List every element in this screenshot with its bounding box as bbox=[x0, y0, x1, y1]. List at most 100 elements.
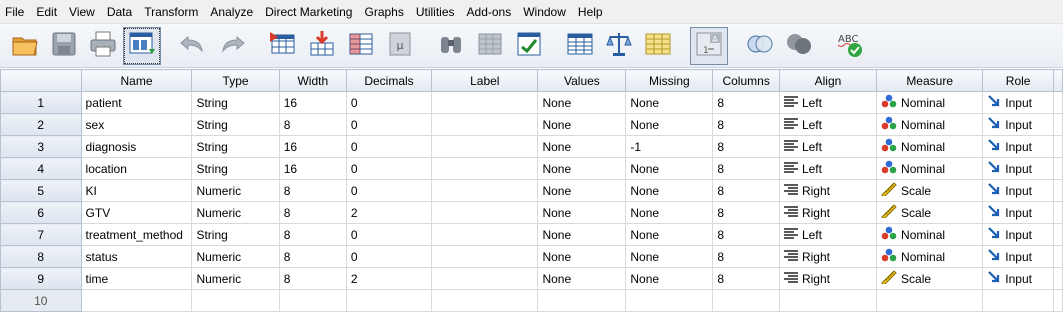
cell-values[interactable]: None bbox=[537, 245, 627, 268]
cell-columns[interactable]: 8 bbox=[712, 201, 780, 224]
cell-width[interactable]: 8 bbox=[278, 201, 347, 224]
cell-values[interactable]: None bbox=[537, 223, 627, 246]
find-button[interactable] bbox=[432, 27, 470, 65]
empty-cell[interactable] bbox=[1053, 289, 1063, 312]
run-descriptives-button[interactable]: μ bbox=[381, 27, 419, 65]
menu-utilities[interactable]: Utilities bbox=[413, 0, 464, 24]
cell-values[interactable]: None bbox=[537, 201, 627, 224]
cell-align[interactable]: Right bbox=[778, 179, 878, 202]
column-header-values[interactable]: Values bbox=[537, 69, 627, 92]
cell-measure[interactable]: Nominal bbox=[876, 135, 984, 158]
cell-type[interactable]: String bbox=[191, 113, 280, 136]
cell-name[interactable]: time bbox=[80, 267, 193, 290]
cell-columns[interactable]: 8 bbox=[712, 157, 780, 180]
cell-name[interactable]: diagnosis bbox=[80, 135, 193, 158]
cell-role[interactable]: Input bbox=[982, 157, 1054, 180]
goto-variable-button[interactable] bbox=[303, 27, 341, 65]
cell-role[interactable]: Input bbox=[982, 201, 1054, 224]
cell-align[interactable]: Left bbox=[778, 157, 878, 180]
split-file-button[interactable] bbox=[561, 27, 599, 65]
empty-cell[interactable] bbox=[345, 289, 433, 312]
cell-values[interactable]: None bbox=[537, 267, 627, 290]
cell-width[interactable]: 16 bbox=[278, 157, 347, 180]
menu-direct-marketing[interactable]: Direct Marketing bbox=[262, 0, 361, 24]
cell-values[interactable]: None bbox=[537, 179, 627, 202]
cell-values[interactable]: None bbox=[537, 135, 627, 158]
cell-label[interactable] bbox=[431, 135, 539, 158]
cell-name[interactable]: status bbox=[80, 245, 193, 268]
goto-case-button[interactable] bbox=[264, 27, 302, 65]
column-header-name[interactable]: Name bbox=[80, 69, 193, 92]
cell-role[interactable]: Input bbox=[982, 91, 1054, 114]
dialog-recall-button[interactable] bbox=[123, 26, 161, 65]
cell-decimals[interactable]: 0 bbox=[345, 113, 433, 136]
column-header-decimals[interactable]: Decimals bbox=[345, 69, 433, 92]
cell-missing[interactable]: None bbox=[625, 201, 714, 224]
row-number[interactable]: 1 bbox=[0, 91, 82, 114]
cell-width[interactable]: 8 bbox=[278, 179, 347, 202]
empty-cell[interactable] bbox=[982, 289, 1054, 312]
cell-measure[interactable]: Nominal bbox=[876, 245, 984, 268]
cell-values[interactable]: None bbox=[537, 157, 627, 180]
cell-columns[interactable]: 8 bbox=[712, 179, 780, 202]
cell-columns[interactable]: 8 bbox=[712, 135, 780, 158]
empty-cell[interactable] bbox=[80, 289, 193, 312]
cell-measure[interactable]: Nominal bbox=[876, 223, 984, 246]
cell-columns[interactable]: 8 bbox=[712, 267, 780, 290]
menu-transform[interactable]: Transform bbox=[141, 0, 207, 24]
column-header-align[interactable]: Align bbox=[778, 69, 878, 92]
cell-align[interactable]: Left bbox=[778, 113, 878, 136]
cell-role[interactable]: Input bbox=[982, 113, 1054, 136]
cell-measure[interactable]: Scale bbox=[876, 267, 984, 290]
cell-columns[interactable]: 8 bbox=[712, 113, 780, 136]
column-header-missing[interactable]: Missing bbox=[625, 69, 714, 92]
cell-align[interactable]: Right bbox=[778, 201, 878, 224]
cell-type[interactable]: Numeric bbox=[191, 201, 280, 224]
cell-role[interactable]: Input bbox=[982, 267, 1054, 290]
cell-label[interactable] bbox=[431, 201, 539, 224]
cell-columns[interactable]: 8 bbox=[712, 223, 780, 246]
menu-graphs[interactable]: Graphs bbox=[361, 0, 412, 24]
cell-missing[interactable]: None bbox=[625, 113, 714, 136]
row-number[interactable]: 4 bbox=[0, 157, 82, 180]
redo-button[interactable] bbox=[213, 27, 251, 65]
menu-data[interactable]: Data bbox=[104, 0, 141, 24]
cell-align[interactable]: Left bbox=[778, 91, 878, 114]
grid-corner[interactable] bbox=[0, 69, 82, 92]
cell-label[interactable] bbox=[431, 179, 539, 202]
undo-button[interactable] bbox=[174, 27, 212, 65]
select-cases-button[interactable] bbox=[639, 27, 677, 65]
empty-cell[interactable] bbox=[537, 289, 627, 312]
spell-check-button[interactable]: ABC bbox=[831, 27, 869, 65]
column-header-role[interactable]: Role bbox=[982, 69, 1054, 92]
empty-cell[interactable] bbox=[625, 289, 714, 312]
cell-width[interactable]: 8 bbox=[278, 223, 347, 246]
empty-cell[interactable] bbox=[191, 289, 280, 312]
insert-variable-button[interactable] bbox=[510, 27, 548, 65]
cell-decimals[interactable]: 2 bbox=[345, 201, 433, 224]
column-header-measure[interactable]: Measure bbox=[876, 69, 984, 92]
cell-columns[interactable]: 8 bbox=[712, 91, 780, 114]
cell-align[interactable]: Right bbox=[778, 245, 878, 268]
cell-decimals[interactable]: 0 bbox=[345, 135, 433, 158]
empty-cell[interactable] bbox=[712, 289, 780, 312]
variables-button[interactable] bbox=[342, 27, 380, 65]
cell-decimals[interactable]: 0 bbox=[345, 91, 433, 114]
row-number[interactable]: 9 bbox=[0, 267, 82, 290]
cell-name[interactable]: location bbox=[80, 157, 193, 180]
cell-role[interactable]: Input bbox=[982, 135, 1054, 158]
cell-measure[interactable]: Scale bbox=[876, 201, 984, 224]
cell-measure[interactable]: Scale bbox=[876, 179, 984, 202]
cell-missing[interactable]: None bbox=[625, 179, 714, 202]
show-all-variables-button[interactable] bbox=[780, 27, 818, 65]
print-button[interactable] bbox=[84, 27, 122, 65]
cell-missing[interactable]: None bbox=[625, 267, 714, 290]
empty-cell[interactable] bbox=[876, 289, 984, 312]
menu-file[interactable]: File bbox=[3, 0, 33, 24]
cell-measure[interactable]: Nominal bbox=[876, 91, 984, 114]
cell-type[interactable]: Numeric bbox=[191, 179, 280, 202]
menu-add-ons[interactable]: Add-ons bbox=[464, 0, 521, 24]
cell-decimals[interactable]: 0 bbox=[345, 245, 433, 268]
cell-columns[interactable]: 8 bbox=[712, 245, 780, 268]
empty-cell[interactable] bbox=[778, 289, 878, 312]
